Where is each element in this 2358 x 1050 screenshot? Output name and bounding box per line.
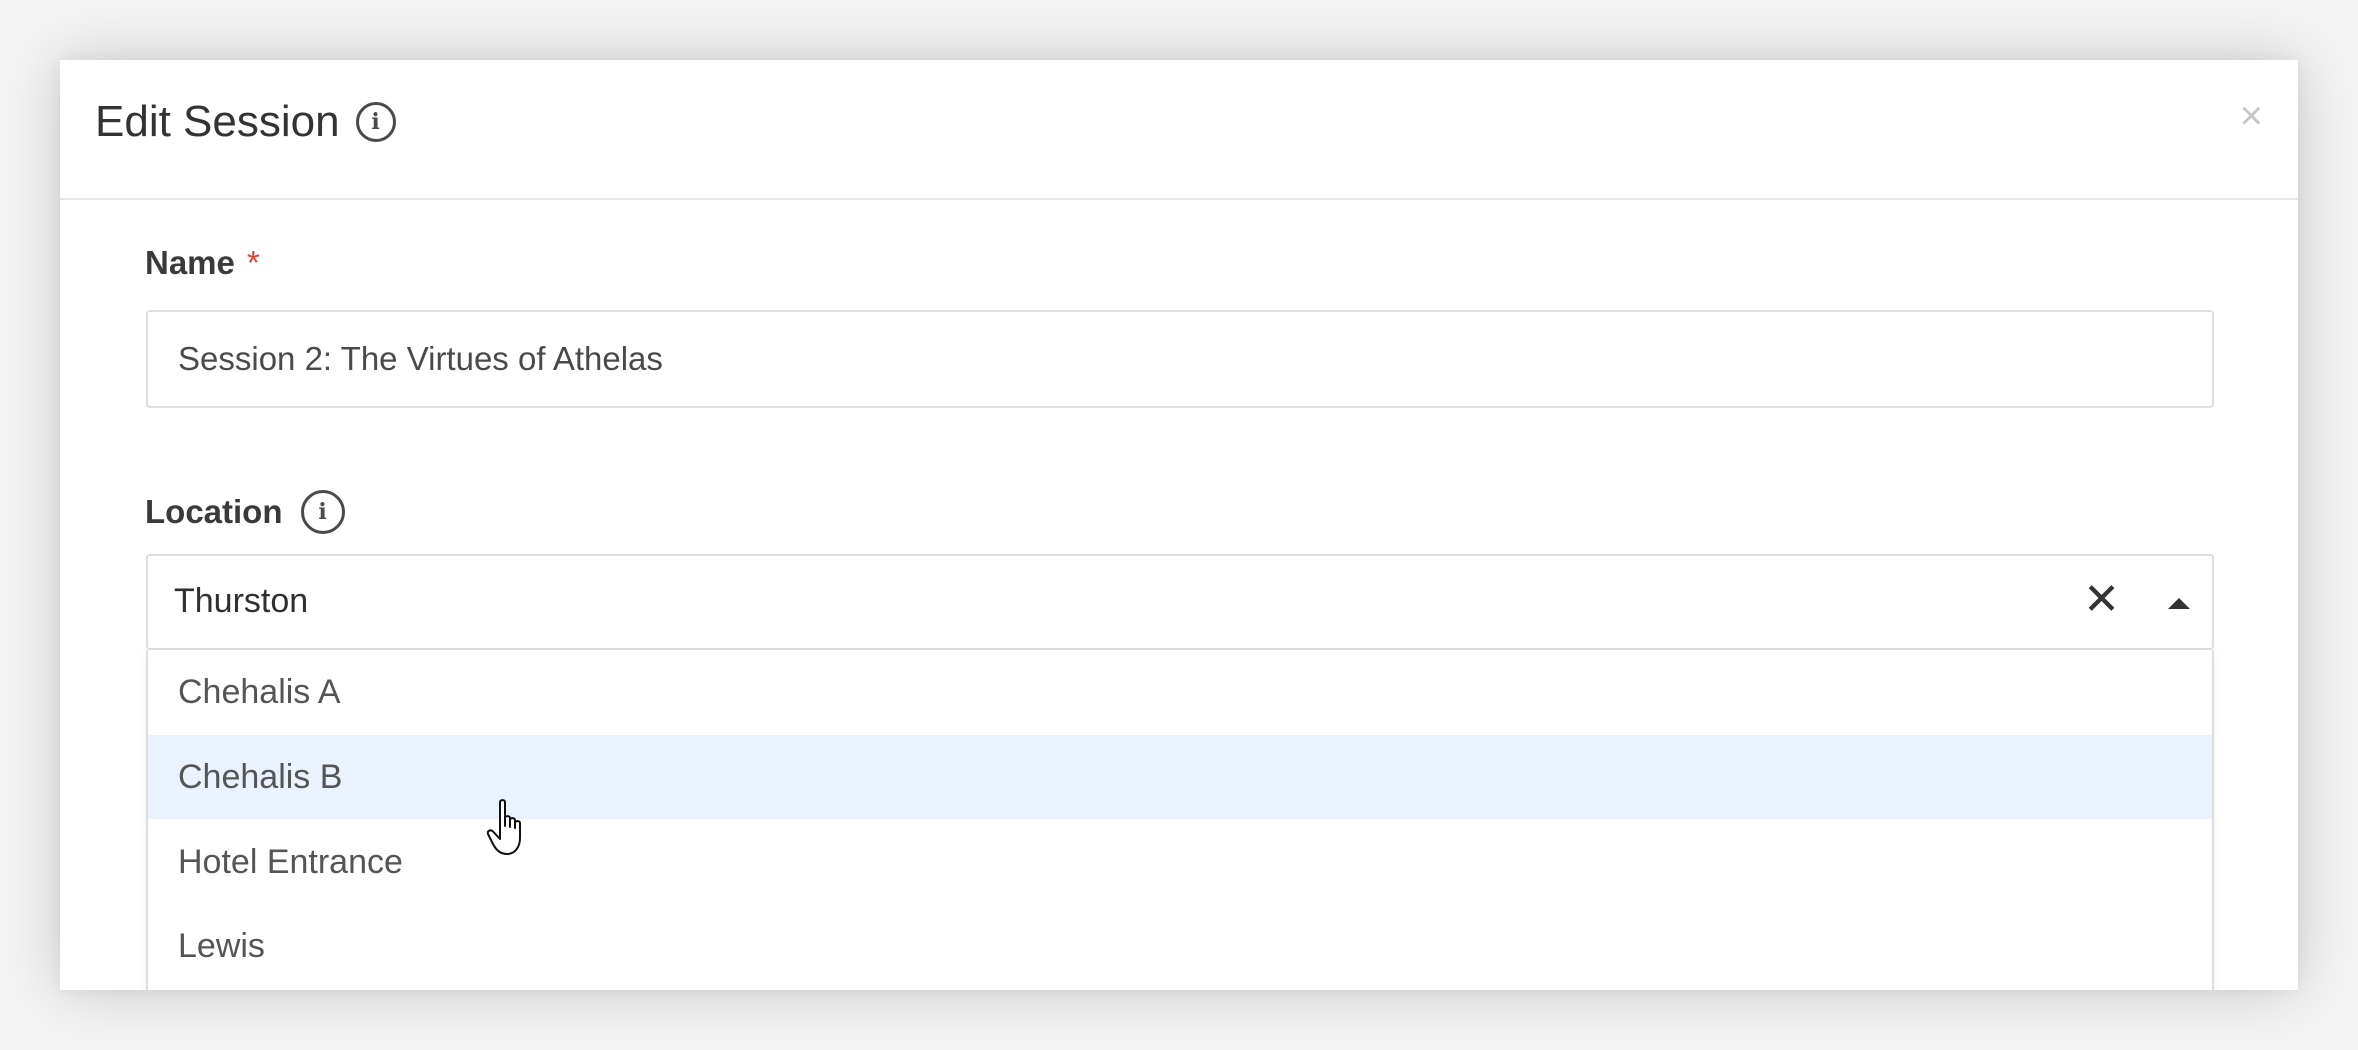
- location-field-label: Location i: [145, 490, 345, 534]
- location-selected-value: Thurston: [174, 582, 309, 620]
- page-backdrop: Edit Session i × Name * Location i Thurs…: [0, 0, 2358, 1050]
- required-marker: *: [246, 244, 260, 281]
- clear-icon[interactable]: ✕: [2083, 578, 2120, 622]
- close-icon[interactable]: ×: [2240, 96, 2263, 136]
- caret-up-icon[interactable]: [2168, 598, 2190, 609]
- name-input[interactable]: [146, 310, 2214, 408]
- location-select[interactable]: Thurston ✕: [146, 554, 2214, 650]
- dropdown-option-lewis[interactable]: Lewis: [148, 904, 2212, 988]
- info-icon[interactable]: i: [355, 102, 396, 142]
- modal-title: Edit Session i: [95, 100, 396, 144]
- location-info-icon[interactable]: i: [300, 490, 345, 534]
- name-field-label: Name *: [145, 244, 260, 282]
- location-dropdown-menu: Chehalis A Chehalis B Hotel Entrance Lew…: [146, 650, 2214, 990]
- dropdown-option-hotel-entrance[interactable]: Hotel Entrance: [148, 820, 2212, 904]
- location-label-text: Location: [145, 493, 283, 530]
- dropdown-option-chehalis-a[interactable]: Chehalis A: [148, 650, 2212, 734]
- dropdown-option-chehalis-b[interactable]: Chehalis B: [148, 735, 2212, 819]
- name-label-text: Name: [145, 244, 235, 281]
- modal-title-text: Edit Session: [95, 97, 340, 146]
- modal-header: Edit Session i ×: [60, 60, 2298, 200]
- edit-session-modal: Edit Session i × Name * Location i Thurs…: [60, 60, 2298, 990]
